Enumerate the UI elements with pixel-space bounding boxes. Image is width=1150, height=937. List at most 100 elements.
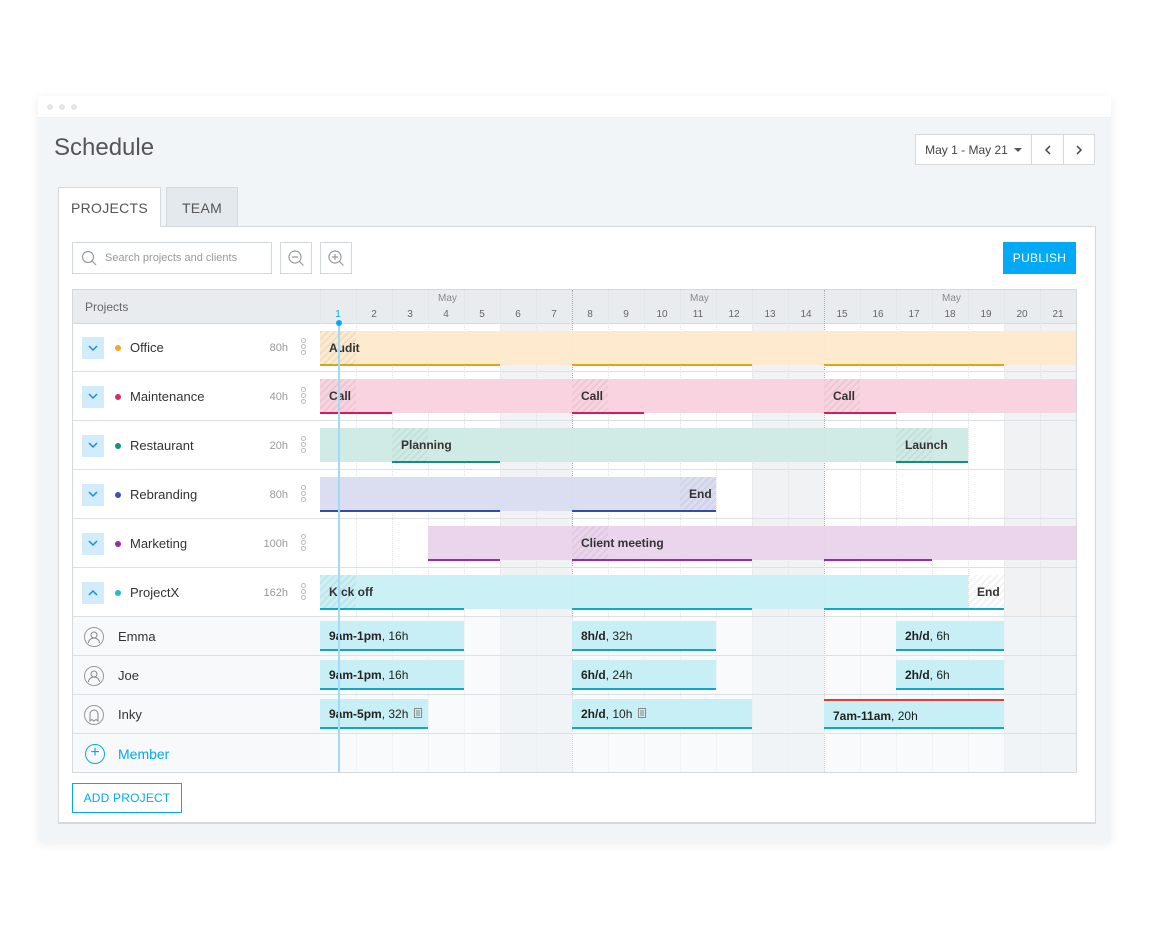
expand-toggle[interactable] — [82, 483, 104, 506]
assignment-bar[interactable]: 2h/d, 6h — [896, 621, 1004, 651]
day-label: 16 — [872, 309, 884, 320]
project-info: Maintenance 40h — [73, 372, 321, 420]
publish-button[interactable]: PUBLISH — [1003, 242, 1076, 274]
project-color-dot — [115, 393, 121, 400]
date-range-label: May 1 - May 21 — [925, 142, 1008, 157]
more-options-icon[interactable] — [301, 338, 307, 356]
date-range-control: May 1 - May 21 — [915, 134, 1095, 165]
project-name: Marketing — [130, 535, 188, 551]
page-title: Schedule — [54, 134, 155, 161]
expand-toggle[interactable] — [82, 337, 104, 359]
day-label: 12 — [728, 309, 740, 320]
day-label: 7 — [551, 309, 557, 320]
project-bar[interactable] — [320, 331, 1076, 365]
project-bar-underline — [572, 608, 752, 610]
assignment-hours: , 10h — [605, 707, 633, 721]
add-member-icon[interactable]: + — [85, 744, 105, 764]
add-member-cell[interactable]: + Member — [73, 734, 321, 772]
project-hours: 100h — [263, 537, 288, 550]
assignment-bar[interactable]: 8h/d, 32h — [572, 621, 716, 651]
day-label: 14 — [800, 309, 812, 320]
project-info: Rebranding 80h — [73, 470, 321, 518]
assignment-time: 6h/d — [581, 668, 606, 682]
project-bar[interactable] — [428, 526, 1076, 560]
milestone-label: End — [977, 585, 1000, 599]
assignment-hours: , 16h — [381, 629, 409, 643]
timeline-header: Projects May May May 1 2 3 4 5 6 7 8 9 10 11 12 13 14 15 1… — [73, 290, 1076, 324]
project-name: Office — [130, 340, 164, 355]
member-name: Joe — [118, 667, 139, 683]
assignment-bar[interactable]: 9am-5pm, 32h — [320, 699, 428, 729]
assignment-bar[interactable]: 9am-1pm, 16h — [320, 660, 464, 690]
tab-team[interactable]: TEAM — [166, 187, 238, 227]
project-bar[interactable] — [320, 477, 716, 511]
milestone-label: Kick off — [329, 585, 374, 599]
day-label: 15 — [836, 309, 848, 320]
milestone-label: Planning — [401, 438, 452, 452]
assignment-hours: , 20h — [891, 709, 918, 723]
milestone-label: Call — [329, 389, 352, 403]
chevron-down-icon — [88, 540, 98, 547]
project-name: Maintenance — [130, 388, 205, 404]
more-options-icon[interactable] — [301, 582, 307, 601]
add-project-button[interactable]: ADD PROJECT — [72, 783, 182, 813]
chevron-down-icon — [88, 491, 98, 498]
more-options-icon[interactable] — [301, 484, 307, 503]
day-label: 4 — [443, 309, 449, 320]
window-dot — [71, 104, 77, 110]
assignment-time: 2h/d — [905, 629, 930, 643]
expand-toggle[interactable] — [82, 434, 104, 457]
milestone-label: Call — [833, 389, 856, 403]
prev-range-button[interactable] — [1032, 135, 1063, 164]
expand-toggle[interactable] — [82, 581, 104, 604]
more-options-icon[interactable] — [301, 386, 307, 405]
project-hours: 80h — [269, 342, 288, 354]
window-chrome — [38, 96, 1111, 118]
day-label: 1 — [335, 309, 341, 320]
day-label: 19 — [980, 309, 992, 320]
project-color-dot — [115, 491, 121, 498]
search-input[interactable]: Search projects and clients — [72, 242, 272, 274]
zoom-out-button[interactable] — [280, 242, 312, 274]
day-label: 11 — [692, 309, 704, 320]
day-label: 21 — [1052, 309, 1064, 320]
project-row: ProjectX 162h Kick off End — [73, 568, 1076, 617]
assignment-bar[interactable]: 6h/d, 24h — [572, 660, 716, 690]
assignment-label: 9am-1pm, 16h — [329, 668, 408, 682]
date-range-dropdown[interactable]: May 1 - May 21 — [916, 135, 1032, 164]
more-options-icon[interactable] — [301, 435, 307, 454]
assignment-bar[interactable]: 9am-1pm, 16h — [320, 621, 464, 651]
add-member-label[interactable]: Member — [118, 746, 169, 762]
assignment-bar[interactable]: 2h/d, 6h — [896, 660, 1004, 690]
project-row: Marketing 100h Client meeting — [73, 519, 1076, 568]
project-info: ProjectX 162h — [73, 568, 321, 616]
project-bar-underline — [824, 559, 932, 561]
project-color-dot — [115, 345, 121, 351]
next-range-button[interactable] — [1063, 135, 1094, 164]
assignment-bar[interactable]: 7am-11am, 20h — [824, 699, 1004, 729]
project-bar[interactable] — [320, 379, 1076, 413]
note-icon — [638, 707, 647, 721]
assignment-hours: , 16h — [381, 668, 409, 682]
zoom-in-icon — [328, 250, 344, 266]
day-label: 5 — [479, 309, 485, 320]
project-bar[interactable] — [320, 575, 968, 609]
assignment-bar[interactable]: 2h/d, 10h — [572, 699, 752, 729]
user-avatar-icon — [84, 665, 104, 686]
more-options-icon[interactable] — [301, 533, 307, 552]
zoom-in-button[interactable] — [320, 242, 352, 274]
project-info: Marketing 100h — [73, 519, 321, 567]
chevron-down-icon — [88, 344, 98, 351]
assignment-hours: , 24h — [605, 668, 633, 682]
expand-toggle[interactable] — [82, 385, 104, 408]
member-info: Emma — [73, 617, 321, 655]
member-name: Inky — [118, 706, 142, 722]
assignment-time: 9am-5pm — [329, 707, 382, 721]
tab-projects[interactable]: PROJECTS — [58, 187, 161, 227]
project-bar-underline — [572, 364, 752, 366]
expand-toggle[interactable] — [82, 532, 104, 555]
project-bar-underline — [824, 364, 1004, 366]
member-info: Joe — [73, 656, 321, 694]
projects-column-header: Projects — [85, 300, 129, 314]
app-window: Schedule May 1 - May 21 PROJECTS TEAM Se… — [38, 96, 1111, 842]
